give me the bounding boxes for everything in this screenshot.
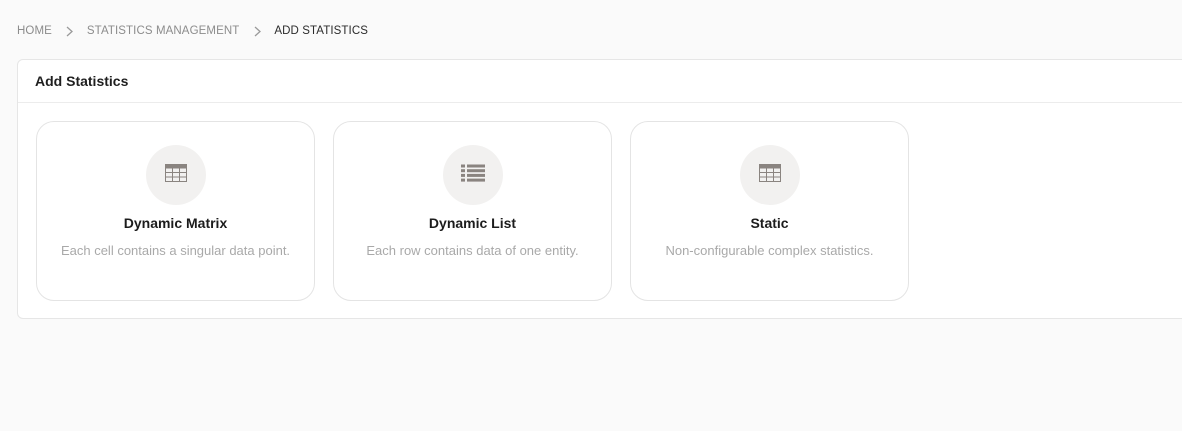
table-grid-icon [758, 163, 781, 187]
table-grid-icon [164, 163, 187, 187]
breadcrumb-home-link[interactable]: HOME [17, 25, 52, 37]
panel-title: Add Statistics [35, 73, 129, 89]
statistics-type-cards: Dynamic Matrix Each cell contains a sing… [36, 121, 927, 301]
card-description: Each cell contains a singular data point… [60, 243, 291, 258]
icon-circle [442, 145, 503, 205]
icon-circle [739, 145, 800, 205]
dynamic-list-card[interactable]: Dynamic List Each row contains data of o… [333, 121, 612, 301]
list-icon [460, 164, 485, 187]
static-card[interactable]: Static Non-configurable complex statisti… [630, 121, 909, 301]
card-description: Each row contains data of one entity. [366, 243, 579, 258]
card-title: Static [750, 215, 789, 231]
breadcrumb: HOME STATISTICS MANAGEMENT ADD STATISTIC… [17, 24, 368, 38]
card-title: Dynamic List [428, 215, 517, 231]
chevron-right-icon [64, 26, 76, 37]
breadcrumb-current: ADD STATISTICS [274, 25, 368, 37]
breadcrumb-statistics-management-link[interactable]: STATISTICS MANAGEMENT [87, 25, 239, 37]
panel-header: Add Statistics [18, 60, 1182, 103]
card-title: Dynamic Matrix [123, 215, 228, 231]
chevron-right-icon [251, 26, 263, 37]
card-description: Non-configurable complex statistics. [665, 243, 874, 258]
dynamic-matrix-card[interactable]: Dynamic Matrix Each cell contains a sing… [36, 121, 315, 301]
icon-circle [145, 145, 206, 205]
add-statistics-panel: Add Statistics Dynamic Matrix Each cell … [17, 59, 1182, 319]
